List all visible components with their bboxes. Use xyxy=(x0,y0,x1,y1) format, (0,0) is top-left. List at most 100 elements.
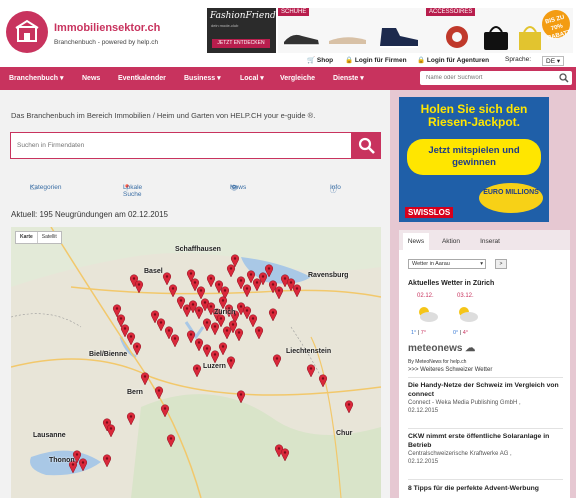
map-pin-icon[interactable] xyxy=(306,364,316,378)
nav-item-local[interactable]: Local ▾ xyxy=(240,67,264,90)
map-pin-icon[interactable] xyxy=(140,372,150,386)
company-search xyxy=(10,132,381,159)
nav-item-dienste[interactable]: Dienste ▾ xyxy=(333,67,364,90)
map-pin-icon[interactable] xyxy=(280,448,290,462)
map-pin-icon[interactable] xyxy=(234,328,244,342)
banner-ad[interactable]: FashionFriends dein mode-club JETZT ENTD… xyxy=(207,6,574,53)
map-pin-icon[interactable] xyxy=(160,404,170,418)
map-pin-icon[interactable] xyxy=(226,264,236,278)
map-pin-icon[interactable] xyxy=(254,326,264,340)
ad-shoes-panel[interactable]: SCHUHE xyxy=(278,8,428,53)
search-icon[interactable] xyxy=(559,73,569,83)
map-pin-icon[interactable] xyxy=(126,412,136,426)
more-weather-link[interactable]: >>> Weiteres Schweizer Wetter xyxy=(408,367,492,373)
map-pin-icon[interactable] xyxy=(162,272,172,286)
nav-item-eventkalender[interactable]: Eventkalender xyxy=(118,67,166,90)
map-pin-icon[interactable] xyxy=(132,342,142,356)
euromillions-logo: EURO MILLIONS xyxy=(479,183,543,213)
ad-accessories-panel[interactable]: ACCESSOIRES BIS ZU 70% RABATT xyxy=(426,6,574,53)
ad-fashion-panel[interactable]: FashionFriends dein mode-club JETZT ENTD… xyxy=(207,8,280,53)
shop-link[interactable]: 🛒 Shop xyxy=(307,56,333,64)
ad-cta-button[interactable]: JETZT ENTDECKEN xyxy=(212,39,270,48)
map-pin-icon[interactable] xyxy=(186,330,196,344)
map-pin-icon[interactable] xyxy=(166,434,176,448)
map-pin-icon[interactable] xyxy=(102,454,112,468)
brand-name[interactable]: Immobiliensektor.ch xyxy=(54,22,160,34)
map-pin-icon[interactable] xyxy=(292,284,302,298)
map-pin-icon[interactable] xyxy=(268,308,278,322)
sidebar: Holen Sie sich den Riesen-Jackpot. Jetzt… xyxy=(390,90,576,498)
nav-item-business[interactable]: Business ▾ xyxy=(184,67,221,90)
map-type-satellite[interactable]: Satellit xyxy=(36,232,61,243)
company-map[interactable]: Karte Satellit Schaffhausen Ravensburg B… xyxy=(11,227,381,498)
weather-location-select[interactable]: Wetter in Aarau ▾ xyxy=(408,259,486,269)
divider xyxy=(408,377,563,378)
jackpot-cta[interactable]: Jetzt mitspielen und gewinnen xyxy=(407,139,541,175)
map-pin-icon[interactable] xyxy=(196,286,206,300)
map-pin-icon[interactable] xyxy=(134,280,144,294)
intro-text: Das Branchenbuch im Bereich Immobilien /… xyxy=(11,111,316,120)
map-pin-icon[interactable] xyxy=(156,318,166,332)
article-title[interactable]: CKW nimmt erste öffentliche Solaranlage … xyxy=(408,433,568,450)
language-select[interactable]: DE ▾ xyxy=(542,56,565,66)
header-search[interactable] xyxy=(420,71,572,85)
map-pin-icon[interactable] xyxy=(168,284,178,298)
map-pin-icon[interactable] xyxy=(318,374,328,388)
news-article[interactable]: CKW nimmt erste öffentliche Solaranlage … xyxy=(408,433,568,466)
map-pin-icon[interactable] xyxy=(202,318,212,332)
map-pin-icon[interactable] xyxy=(252,278,262,292)
flat-shoe-icon xyxy=(329,37,366,44)
company-search-button[interactable] xyxy=(352,132,381,159)
map-pin-icon[interactable] xyxy=(236,390,246,404)
map-pin-icon[interactable] xyxy=(242,284,252,298)
map-pin-icon[interactable] xyxy=(78,458,88,472)
article-title[interactable]: 8 Tipps für die perfekte Advent-Werbung xyxy=(408,485,568,494)
map-pin-icon[interactable] xyxy=(202,344,212,358)
map-pin-icon[interactable] xyxy=(218,342,228,356)
login-agents-link[interactable]: 🔒 Login für Agenturen xyxy=(417,56,489,64)
city-label: Basel xyxy=(144,268,163,275)
map-type-map[interactable]: Karte xyxy=(16,232,37,243)
map-pin-icon[interactable] xyxy=(154,386,164,400)
map-pin-icon[interactable] xyxy=(210,322,220,336)
news-article[interactable]: 8 Tipps für die perfekte Advent-Werbung xyxy=(408,485,568,494)
weather-title: Aktuelles Wetter in Zürich xyxy=(408,280,495,287)
map-pin-icon[interactable] xyxy=(344,400,354,414)
login-firms-link[interactable]: 🔒 Login für Firmen xyxy=(345,56,407,64)
weather-go-button[interactable]: > xyxy=(495,259,507,269)
header-search-input[interactable] xyxy=(420,71,554,85)
map-pin-icon[interactable] xyxy=(194,338,204,352)
company-search-field[interactable] xyxy=(10,132,352,159)
company-search-input[interactable] xyxy=(11,133,341,158)
sidebar-tab-aktion[interactable]: Aktion xyxy=(435,233,467,250)
map-pin-icon[interactable] xyxy=(274,286,284,300)
news-article[interactable]: Die Handy-Netze der Schweiz im Vergleich… xyxy=(408,382,568,415)
nav-item-branchenbuch[interactable]: Branchenbuch ▾ xyxy=(9,67,63,90)
sidebar-tab-inserat[interactable]: Inserat xyxy=(474,233,506,250)
meteonews-logo[interactable]: meteonews ☁ xyxy=(408,343,475,354)
map-pin-icon[interactable] xyxy=(126,332,136,346)
map-pin-icon[interactable] xyxy=(192,364,202,378)
nav-item-vergleiche[interactable]: Vergleiche xyxy=(280,67,315,90)
map-pin-icon[interactable] xyxy=(206,274,216,288)
nav-item-news[interactable]: News xyxy=(82,67,100,90)
map-pin-icon[interactable] xyxy=(272,354,282,368)
search-icon xyxy=(358,137,375,154)
map-pin-icon[interactable] xyxy=(222,326,232,340)
map-pin-icon[interactable] xyxy=(226,356,236,370)
map-pin-icon[interactable] xyxy=(210,350,220,364)
city-label: Lausanne xyxy=(33,432,66,439)
sidebar-tab-news[interactable]: News xyxy=(403,233,429,250)
sidebar-tabs: News Aktion Inserat xyxy=(399,230,570,250)
map-type-toggle[interactable]: Karte Satellit xyxy=(15,231,62,244)
map-pin-icon[interactable] xyxy=(106,424,116,438)
weather-date: 02.12. xyxy=(417,293,434,299)
jackpot-ad[interactable]: Holen Sie sich den Riesen-Jackpot. Jetzt… xyxy=(399,97,549,222)
map-pin-icon[interactable] xyxy=(248,314,258,328)
article-title[interactable]: Die Handy-Netze der Schweiz im Vergleich… xyxy=(408,382,568,399)
city-label: Zürich xyxy=(214,309,236,316)
logo[interactable] xyxy=(6,11,48,53)
map-pin-icon[interactable] xyxy=(194,306,204,320)
map-pin-icon[interactable] xyxy=(170,334,180,348)
jackpot-headline: Holen Sie sich den Riesen-Jackpot. xyxy=(420,102,528,129)
